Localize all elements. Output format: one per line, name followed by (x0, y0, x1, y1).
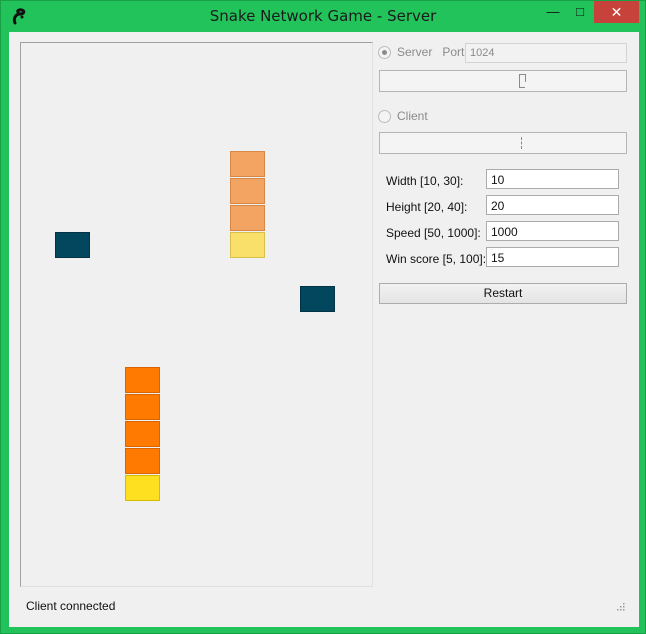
client-label: Client (397, 109, 428, 123)
port-label: Port (442, 45, 465, 59)
server-status-box (379, 70, 627, 92)
resize-grip-icon[interactable] (615, 601, 625, 611)
client-status-box (379, 132, 627, 154)
close-icon: ✕ (610, 4, 623, 20)
server-radio[interactable] (378, 45, 391, 59)
food-item (300, 286, 335, 312)
snake2-body-segment (125, 448, 160, 474)
win-score-input[interactable]: 15 (486, 247, 619, 267)
game-board (20, 42, 373, 587)
speed-input[interactable]: 1000 (486, 221, 619, 241)
speed-label: Speed [50, 1000]: (386, 226, 481, 240)
snake1-body-segment (230, 151, 265, 177)
close-button[interactable]: ✕ (594, 1, 639, 23)
maximize-button[interactable]: □ (567, 1, 593, 23)
snake2-head (125, 475, 160, 501)
snake2-body-segment (125, 367, 160, 393)
snake1-body-segment (230, 178, 265, 204)
width-input[interactable]: 10 (486, 169, 619, 189)
server-label: Server (397, 45, 433, 59)
client-area: Server Port 1024 Client Width [10, 30]: … (9, 32, 639, 627)
client-radio[interactable] (378, 109, 391, 123)
restart-button[interactable]: Restart (379, 283, 627, 304)
minimize-icon: — (546, 4, 560, 19)
status-bar-text: Client connected (26, 599, 116, 613)
snake2-body-segment (125, 421, 160, 447)
client-radio-option[interactable]: Client (378, 107, 428, 125)
server-indicator-icon (519, 74, 526, 88)
snake1-head (230, 232, 265, 258)
minimize-button[interactable]: — (540, 1, 566, 23)
width-label: Width [10, 30]: (386, 174, 464, 188)
snake2-body-segment (125, 394, 160, 420)
port-input[interactable]: 1024 (465, 43, 627, 63)
height-label: Height [20, 40]: (386, 200, 468, 214)
maximize-icon: □ (576, 4, 584, 19)
food-item (55, 232, 90, 258)
snake1-body-segment (230, 205, 265, 231)
win-score-label: Win score [5, 100]: (386, 252, 487, 266)
client-indicator-icon (521, 137, 522, 149)
server-radio-option[interactable]: Server Port (378, 43, 464, 61)
height-input[interactable]: 20 (486, 195, 619, 215)
app-window: Snake Network Game - Server — □ ✕ Server… (0, 0, 646, 634)
title-bar[interactable]: Snake Network Game - Server — □ ✕ (1, 1, 645, 31)
